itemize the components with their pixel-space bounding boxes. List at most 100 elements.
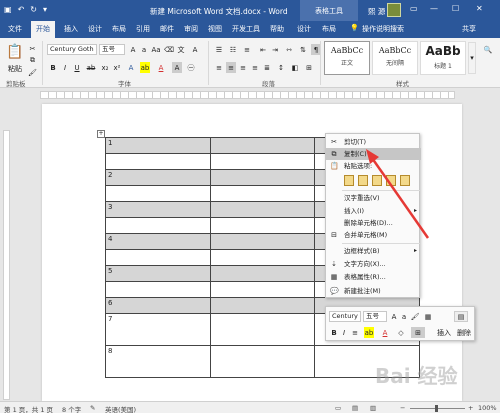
shrink-font-icon[interactable]: a — [400, 311, 408, 322]
menu-item-copy[interactable]: ⧉ 复制(C) — [326, 148, 421, 160]
superscript-icon[interactable]: x² — [112, 62, 122, 73]
grow-font-icon[interactable]: A — [390, 311, 398, 322]
maximize-icon[interactable]: ☐ — [452, 4, 459, 13]
zoom-slider-thumb[interactable] — [435, 405, 438, 412]
tab-layout[interactable]: 布局 — [112, 24, 126, 34]
tab-developer[interactable]: 开发工具 — [232, 24, 260, 34]
text-effects-icon[interactable]: A — [126, 62, 136, 73]
table-cell[interactable]: 4 — [105, 233, 211, 250]
table-cell[interactable] — [209, 233, 316, 250]
tab-table-design[interactable]: 设计 — [297, 24, 311, 34]
paste-icon[interactable]: 📋 — [6, 42, 24, 62]
align-left-icon[interactable]: ≡ — [214, 62, 224, 73]
paste-overwrite-icon[interactable] — [386, 175, 396, 186]
undo-icon[interactable]: ↶ — [18, 5, 25, 14]
paste-button[interactable]: 粘贴 — [4, 63, 26, 74]
menu-item-hanzi-reselect[interactable]: 汉字重选(V) — [326, 192, 421, 204]
change-case-icon[interactable]: Aa — [151, 44, 161, 55]
copy-icon[interactable]: ⧉ — [28, 55, 37, 66]
tab-design[interactable]: 设计 — [88, 24, 102, 34]
table-cell[interactable] — [209, 201, 316, 218]
table-cell[interactable]: 2 — [105, 169, 211, 186]
borders-icon[interactable]: ⊞ — [411, 327, 425, 338]
char-shading-icon[interactable]: A — [172, 62, 182, 73]
font-size-combo[interactable]: 五号 — [99, 44, 125, 55]
underline-button[interactable]: U — [72, 62, 82, 73]
align-center-icon[interactable]: ≡ — [226, 62, 236, 73]
bold-button[interactable]: B — [330, 327, 338, 338]
enclose-char-icon[interactable]: ㊀ — [186, 62, 196, 73]
paste-text-only-icon[interactable] — [400, 175, 410, 186]
zoom-level[interactable]: 100% — [478, 404, 497, 412]
borders-icon[interactable]: ⊞ — [304, 62, 314, 73]
table-cell[interactable] — [105, 185, 211, 202]
clear-format-icon[interactable]: ⌫ — [164, 44, 174, 55]
menu-item-merge-cells[interactable]: ⊟ 合并单元格(M) — [326, 229, 421, 241]
user-name[interactable]: 熙 源 — [368, 6, 385, 17]
table-cell[interactable]: 5 — [105, 265, 211, 282]
web-layout-icon[interactable]: ▥ — [370, 404, 376, 412]
italic-button[interactable]: I — [60, 62, 70, 73]
line-spacing-icon[interactable]: ↕ — [276, 62, 286, 73]
style-heading1[interactable]: AaBb 标题 1 — [420, 41, 466, 75]
format-painter-icon[interactable]: 🖌 — [411, 311, 420, 322]
decrease-indent-icon[interactable]: ⇤ — [258, 44, 268, 55]
close-icon[interactable]: ✕ — [476, 4, 483, 13]
vertical-ruler[interactable] — [0, 100, 12, 401]
distribute-icon[interactable]: ≣ — [262, 62, 272, 73]
page-count[interactable]: 第 1 页，共 1 页 — [4, 404, 53, 413]
editing-icon[interactable]: 🔍 — [482, 44, 494, 55]
tab-review[interactable]: 审阅 — [184, 24, 198, 34]
highlight-icon[interactable]: ab — [364, 327, 374, 338]
style-no-spacing[interactable]: AaBbCc 无间隔 — [372, 41, 418, 75]
center-icon[interactable]: ≡ — [351, 327, 359, 338]
minimize-icon[interactable]: — — [430, 4, 438, 13]
menu-item-table-properties[interactable]: ▦ 表格属性(R)... — [326, 271, 421, 283]
italic-button[interactable]: I — [340, 327, 348, 338]
save-icon[interactable]: ▣ — [4, 5, 12, 14]
redo-icon[interactable]: ↻ — [30, 5, 37, 14]
shading-icon[interactable]: ◇ — [396, 327, 406, 338]
bold-button[interactable]: B — [48, 62, 58, 73]
paste-keep-format-icon[interactable] — [344, 175, 354, 186]
font-color-icon[interactable]: A — [156, 62, 166, 73]
tab-home[interactable]: 开始 — [31, 21, 55, 38]
font-name-combo[interactable]: Century Goth — [47, 44, 97, 55]
mini-font-name[interactable]: Century G — [329, 311, 361, 322]
proofing-icon[interactable]: ✎ — [90, 404, 95, 412]
table-cell[interactable]: 7 — [105, 313, 211, 346]
table-cell[interactable] — [209, 185, 316, 202]
table-cell[interactable] — [105, 249, 211, 266]
phonetic-guide-icon[interactable]: 文 — [176, 44, 186, 55]
table-cell[interactable] — [209, 265, 316, 282]
table-cell[interactable] — [209, 249, 316, 266]
table-cell[interactable] — [209, 137, 316, 154]
chinese-layout-icon[interactable]: ⇿ — [284, 44, 294, 55]
char-border-icon[interactable]: A — [190, 44, 200, 55]
strikethrough-icon[interactable]: ab — [86, 62, 96, 73]
zoom-out-icon[interactable]: − — [400, 404, 405, 412]
multilevel-list-icon[interactable]: ≡ — [242, 44, 252, 55]
highlight-icon[interactable]: ab — [140, 62, 150, 73]
mini-delete-button[interactable]: 删除 — [456, 327, 472, 338]
tab-mailings[interactable]: 邮件 — [160, 24, 174, 34]
shrink-font-icon[interactable]: a — [139, 44, 149, 55]
numbering-icon[interactable]: ☷ — [228, 44, 238, 55]
menu-item-cut[interactable]: ✂ 剪切(T) — [326, 136, 421, 148]
table-cell[interactable] — [209, 217, 316, 234]
font-color-icon[interactable]: A — [380, 327, 390, 338]
table-cell[interactable]: 3 — [105, 201, 211, 218]
tab-table-layout[interactable]: 布局 — [322, 24, 336, 34]
tab-help[interactable]: 帮助 — [270, 24, 284, 34]
avatar[interactable] — [387, 3, 401, 17]
zoom-in-icon[interactable]: + — [468, 404, 473, 412]
table-cell[interactable] — [105, 217, 211, 234]
print-layout-icon[interactable]: ▤ — [352, 404, 358, 412]
table-cell[interactable] — [209, 297, 316, 314]
menu-item-new-comment[interactable]: 💬 新建批注(M) — [326, 285, 421, 297]
menu-item-text-direction[interactable]: ⇣ 文字方向(X)... — [326, 258, 421, 270]
paste-merge-format-icon[interactable] — [372, 175, 382, 186]
language[interactable]: 英语(美国) — [105, 404, 136, 413]
tab-view[interactable]: 视图 — [208, 24, 222, 34]
cut-icon[interactable]: ✂ — [28, 43, 37, 54]
